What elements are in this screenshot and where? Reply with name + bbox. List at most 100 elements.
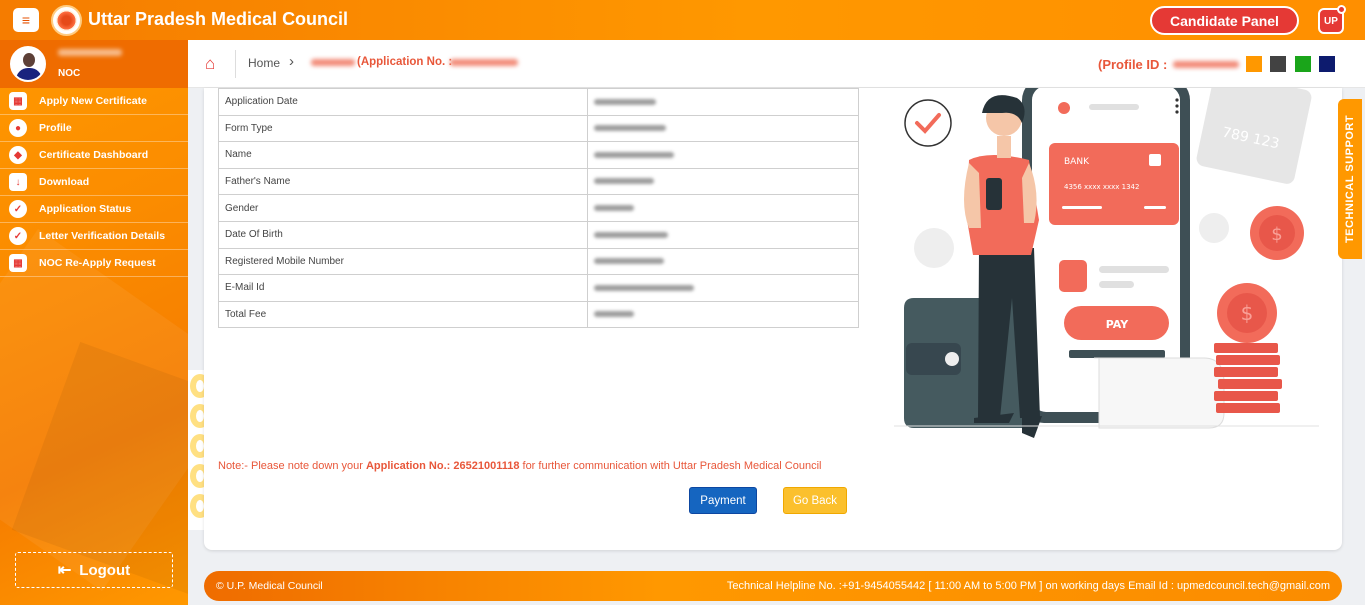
note-suffix: for further communication with Uttar Pra… — [519, 460, 822, 472]
profile-role: NOC — [58, 68, 81, 79]
sidebar-item-profile[interactable]: ● Profile — [0, 115, 188, 142]
row-label: E-Mail Id — [218, 274, 588, 302]
avatar[interactable] — [10, 46, 46, 82]
application-note: Note:- Please note down your Application… — [218, 460, 821, 472]
sidebar-item-label: Profile — [39, 122, 72, 134]
sidebar-item-label: Apply New Certificate — [39, 95, 147, 107]
technical-support-tab[interactable]: TECHNICAL SUPPORT — [1338, 99, 1362, 259]
breadcrumb-application-no-redacted — [450, 59, 518, 66]
council-logo — [51, 5, 82, 36]
sidebar-item-label: Download — [39, 176, 90, 188]
app-title: Uttar Pradesh Medical Council — [88, 9, 349, 29]
pay-button-graphic: PAY — [1064, 306, 1169, 340]
row-label: Total Fee — [218, 300, 588, 329]
card-number: 4356 xxxx xxxx 1342 — [1064, 183, 1139, 191]
row-value-redacted — [587, 220, 859, 249]
row-value-redacted — [587, 274, 859, 302]
check-circle-icon: ✓ — [9, 227, 27, 245]
payment-button[interactable]: Payment — [689, 487, 757, 514]
breadcrumb: ⌂ Home › (Application No. : (Profile ID … — [188, 40, 1365, 88]
table-row: Father's Name — [218, 167, 859, 196]
pay-label: PAY — [1106, 318, 1130, 331]
profile-id-label: (Profile ID : — [1098, 57, 1168, 72]
download-file-icon: ↓ — [9, 173, 27, 191]
card-back-graphic: 789 123 — [1196, 88, 1312, 184]
currency-symbol: $ — [1241, 301, 1254, 325]
divider — [235, 50, 236, 78]
sidebar-item-noc-reapply[interactable]: ▦ NOC Re-Apply Request — [0, 250, 188, 277]
sidebar: NOC ▦ Apply New Certificate ● Profile ◆ … — [0, 40, 188, 605]
table-row: Application Date — [218, 88, 859, 116]
row-value-redacted — [587, 88, 859, 116]
payment-illustration: 789 123 BANK 4356 xxxx xxxx 1342 PAY $ $ — [894, 88, 1319, 438]
table-row: Registered Mobile Number — [218, 247, 859, 276]
grid-icon: ▦ — [9, 254, 27, 272]
sidebar-item-application-status[interactable]: ✓ Application Status — [0, 196, 188, 223]
footer: © U.P. Medical Council Technical Helplin… — [204, 571, 1342, 601]
row-label: Father's Name — [218, 167, 588, 196]
note-application-no: Application No.: 26521001118 — [365, 460, 520, 472]
coin-stack-graphic: $ $ — [1214, 206, 1304, 413]
application-summary-card: Application Date Form Type Name Father's… — [204, 88, 1342, 550]
sidebar-item-apply-new-certificate[interactable]: ▦ Apply New Certificate — [0, 88, 188, 115]
table-row: Gender — [218, 194, 859, 222]
breadcrumb-home-link[interactable]: Home — [248, 56, 280, 70]
sidebar-item-label: NOC Re-Apply Request — [39, 257, 156, 269]
check-circle-icon: ✓ — [9, 200, 27, 218]
breadcrumb-application-label: (Application No. : — [357, 56, 453, 68]
home-icon[interactable]: ⌂ — [205, 54, 215, 74]
row-label: Date Of Birth — [218, 220, 588, 249]
sidebar-item-certificate-dashboard[interactable]: ◆ Certificate Dashboard — [0, 142, 188, 169]
table-row: Name — [218, 141, 859, 169]
breadcrumb-name-redacted — [311, 59, 355, 66]
user-icon: ● — [9, 119, 27, 137]
check-bubble-icon — [904, 99, 952, 147]
profile-summary: NOC — [0, 40, 188, 88]
row-value-redacted — [587, 300, 859, 329]
candidate-panel-button[interactable]: Candidate Panel — [1150, 6, 1299, 35]
sidebar-item-download[interactable]: ↓ Download — [0, 169, 188, 196]
bank-card-graphic: BANK 4356 xxxx xxxx 1342 — [1049, 143, 1179, 225]
theme-swatch-navy[interactable] — [1319, 56, 1335, 72]
go-back-button[interactable]: Go Back — [783, 487, 847, 514]
logout-label: Logout — [79, 561, 131, 579]
hamburger-icon: ≡ — [21, 12, 31, 28]
row-value-redacted — [587, 247, 859, 276]
menu-toggle-button[interactable]: ≡ — [13, 8, 39, 32]
cart-icon — [1059, 260, 1087, 292]
theme-swatch-dark[interactable] — [1270, 56, 1286, 72]
theme-swatch-orange[interactable] — [1246, 56, 1262, 72]
table-row: E-Mail Id — [218, 274, 859, 302]
row-value-redacted — [587, 141, 859, 169]
sidebar-item-label: Application Status — [39, 203, 132, 215]
notification-dot — [1337, 5, 1346, 14]
footer-helpline: Technical Helpline No. :+91-9454055442 [… — [726, 580, 1330, 592]
table-row: Form Type — [218, 114, 859, 143]
sidebar-item-label: Certificate Dashboard — [39, 149, 149, 161]
row-label: Registered Mobile Number — [218, 247, 588, 276]
row-label: Application Date — [218, 88, 588, 116]
row-label: Name — [218, 141, 588, 169]
row-label: Gender — [218, 194, 588, 222]
logout-button[interactable]: ⇤ Logout — [15, 552, 173, 588]
theme-swatch-green[interactable] — [1295, 56, 1311, 72]
footer-copyright: © U.P. Medical Council — [216, 580, 323, 592]
sidebar-item-label: Letter Verification Details — [39, 230, 166, 242]
profile-name-redacted — [58, 49, 122, 56]
logout-icon: ⇤ — [57, 562, 72, 579]
shield-icon: ◆ — [9, 146, 27, 164]
currency-symbol: $ — [1271, 224, 1282, 245]
top-header: ≡ Uttar Pradesh Medical Council Candidat… — [0, 0, 1365, 40]
table-row: Total Fee — [218, 300, 859, 329]
row-value-redacted — [587, 167, 859, 196]
chevron-right-icon: › — [289, 53, 294, 70]
sidebar-item-letter-verification[interactable]: ✓ Letter Verification Details — [0, 223, 188, 250]
technical-support-label: TECHNICAL SUPPORT — [1344, 114, 1356, 244]
receipt-graphic — [1094, 357, 1225, 429]
row-value-redacted — [587, 114, 859, 143]
bank-label: BANK — [1064, 157, 1090, 167]
row-value-redacted — [587, 194, 859, 222]
table-row: Date Of Birth — [218, 220, 859, 249]
row-label: Form Type — [218, 114, 588, 143]
profile-id-redacted — [1173, 61, 1239, 68]
